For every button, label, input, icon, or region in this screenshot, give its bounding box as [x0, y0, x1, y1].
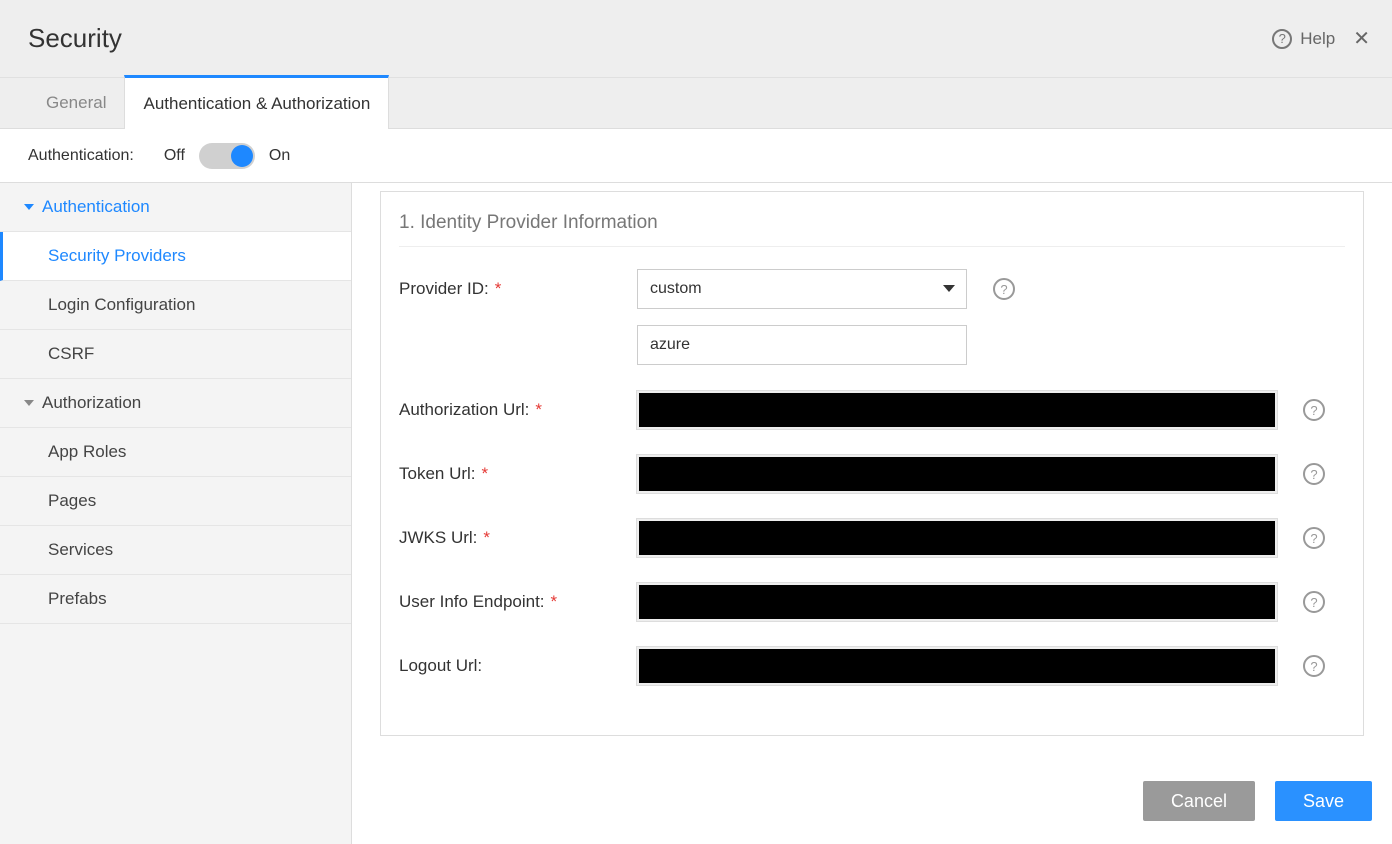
label-provider-id: Provider ID: * — [399, 279, 637, 299]
label-text: JWKS Url: — [399, 528, 477, 548]
required-marker: * — [483, 528, 490, 548]
field-logout-url: ? — [637, 647, 1325, 685]
row-authorization-url: Authorization Url: * ? — [399, 391, 1345, 429]
required-marker: * — [551, 592, 558, 612]
jwks-url-input[interactable] — [637, 519, 1277, 557]
cancel-button[interactable]: Cancel — [1143, 781, 1255, 821]
label-text: Authorization Url: — [399, 400, 529, 420]
save-button[interactable]: Save — [1275, 781, 1372, 821]
tab-general[interactable]: General — [28, 77, 124, 128]
label-user-info-endpoint: User Info Endpoint: * — [399, 592, 637, 612]
sidebar-section-authentication[interactable]: Authentication — [0, 183, 351, 232]
row-token-url: Token Url: * ? — [399, 455, 1345, 493]
help-icon[interactable]: ? — [1303, 527, 1325, 549]
help-icon: ? — [1272, 29, 1292, 49]
row-logout-url: Logout Url: ? — [399, 647, 1345, 685]
help-icon[interactable]: ? — [1303, 463, 1325, 485]
auth-toggle-group: Off On — [164, 143, 290, 169]
form-scroll: 1. Identity Provider Information Provide… — [352, 183, 1392, 758]
row-jwks-url: JWKS Url: * ? — [399, 519, 1345, 557]
label-logout-url: Logout Url: — [399, 656, 637, 676]
sidebar-item-prefabs[interactable]: Prefabs — [0, 575, 351, 624]
help-button[interactable]: ? Help — [1272, 29, 1335, 49]
provider-name-input[interactable] — [637, 325, 967, 365]
field-authorization-url: ? — [637, 391, 1325, 429]
dialog-footer: Cancel Save — [352, 758, 1392, 844]
auth-toggle-switch[interactable] — [199, 143, 255, 169]
label-jwks-url: JWKS Url: * — [399, 528, 637, 548]
field-token-url: ? — [637, 455, 1325, 493]
help-icon[interactable]: ? — [1303, 655, 1325, 677]
sidebar-item-csrf[interactable]: CSRF — [0, 330, 351, 379]
chevron-down-icon — [24, 400, 34, 406]
switch-knob — [231, 145, 253, 167]
auth-toggle-label: Authentication: — [28, 147, 134, 165]
row-provider-id: Provider ID: * ? — [399, 269, 1345, 309]
field-provider-id: ? — [637, 269, 1015, 309]
sidebar-section-authorization[interactable]: Authorization — [0, 379, 351, 428]
label-text: Logout Url: — [399, 656, 482, 676]
dialog-body: Authentication Security Providers Login … — [0, 183, 1392, 844]
close-icon[interactable]: ✕ — [1353, 26, 1370, 51]
provider-id-select-wrap — [637, 269, 967, 309]
authorization-url-input[interactable] — [637, 391, 1277, 429]
required-marker: * — [482, 464, 489, 484]
token-url-input[interactable] — [637, 455, 1277, 493]
content-area: 1. Identity Provider Information Provide… — [352, 183, 1392, 844]
user-info-endpoint-input[interactable] — [637, 583, 1277, 621]
field-jwks-url: ? — [637, 519, 1325, 557]
section-label: Authentication — [42, 197, 150, 217]
auth-toggle-bar: Authentication: Off On — [0, 129, 1392, 183]
row-user-info-endpoint: User Info Endpoint: * ? — [399, 583, 1345, 621]
auth-toggle-on-label: On — [269, 147, 290, 165]
label-text: Provider ID: — [399, 279, 489, 299]
identity-provider-panel: 1. Identity Provider Information Provide… — [380, 191, 1364, 736]
provider-id-select[interactable] — [637, 269, 967, 309]
tabs-bar: General Authentication & Authorization — [0, 77, 1392, 129]
sidebar: Authentication Security Providers Login … — [0, 183, 352, 844]
sidebar-item-services[interactable]: Services — [0, 526, 351, 575]
identity-provider-form: Provider ID: * ? — [399, 269, 1345, 685]
sidebar-item-login-configuration[interactable]: Login Configuration — [0, 281, 351, 330]
field-user-info-endpoint: ? — [637, 583, 1325, 621]
required-marker: * — [495, 279, 502, 299]
tab-auth-authz[interactable]: Authentication & Authorization — [124, 75, 389, 129]
header-actions: ? Help ✕ — [1272, 26, 1370, 51]
label-text: User Info Endpoint: — [399, 592, 545, 612]
required-marker: * — [535, 400, 542, 420]
logout-url-input[interactable] — [637, 647, 1277, 685]
sidebar-item-security-providers[interactable]: Security Providers — [0, 232, 351, 281]
panel-title: 1. Identity Provider Information — [399, 212, 1345, 247]
help-icon[interactable]: ? — [1303, 591, 1325, 613]
auth-toggle-off-label: Off — [164, 147, 185, 165]
help-icon[interactable]: ? — [1303, 399, 1325, 421]
section-label: Authorization — [42, 393, 141, 413]
label-token-url: Token Url: * — [399, 464, 637, 484]
chevron-down-icon — [24, 204, 34, 210]
help-icon[interactable]: ? — [993, 278, 1015, 300]
help-label: Help — [1300, 29, 1335, 49]
row-provider-name — [637, 325, 1345, 365]
security-dialog: Security ? Help ✕ General Authentication… — [0, 0, 1392, 844]
dialog-title: Security — [28, 23, 122, 54]
label-text: Token Url: — [399, 464, 476, 484]
sidebar-item-app-roles[interactable]: App Roles — [0, 428, 351, 477]
dialog-header: Security ? Help ✕ — [0, 0, 1392, 77]
sidebar-item-pages[interactable]: Pages — [0, 477, 351, 526]
label-authorization-url: Authorization Url: * — [399, 400, 637, 420]
